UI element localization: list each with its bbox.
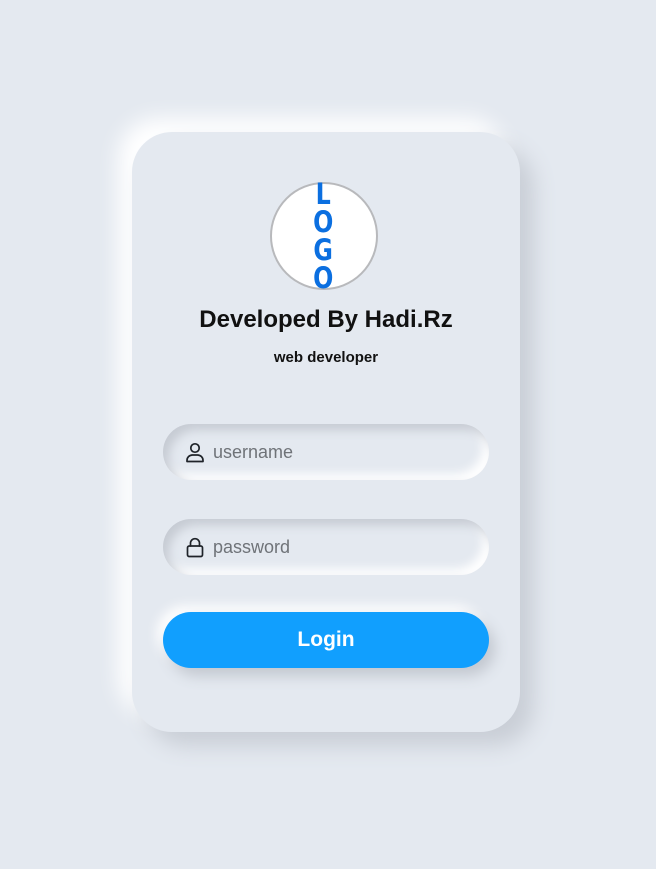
username-field[interactable] — [163, 424, 489, 480]
password-input[interactable] — [213, 519, 473, 575]
user-icon — [185, 442, 205, 463]
page-subtitle: web developer — [273, 349, 379, 366]
login-card: LOGO Developed By Hadi.Rz web developer … — [132, 132, 520, 732]
lock-icon — [185, 537, 205, 558]
password-field[interactable] — [163, 519, 489, 575]
login-button[interactable]: Login — [163, 612, 489, 668]
logo-badge: LOGO — [270, 177, 378, 295]
username-input[interactable] — [213, 424, 473, 480]
logo-text: LOGO — [313, 177, 335, 295]
page-title: Developed By Hadi.Rz — [199, 306, 453, 333]
